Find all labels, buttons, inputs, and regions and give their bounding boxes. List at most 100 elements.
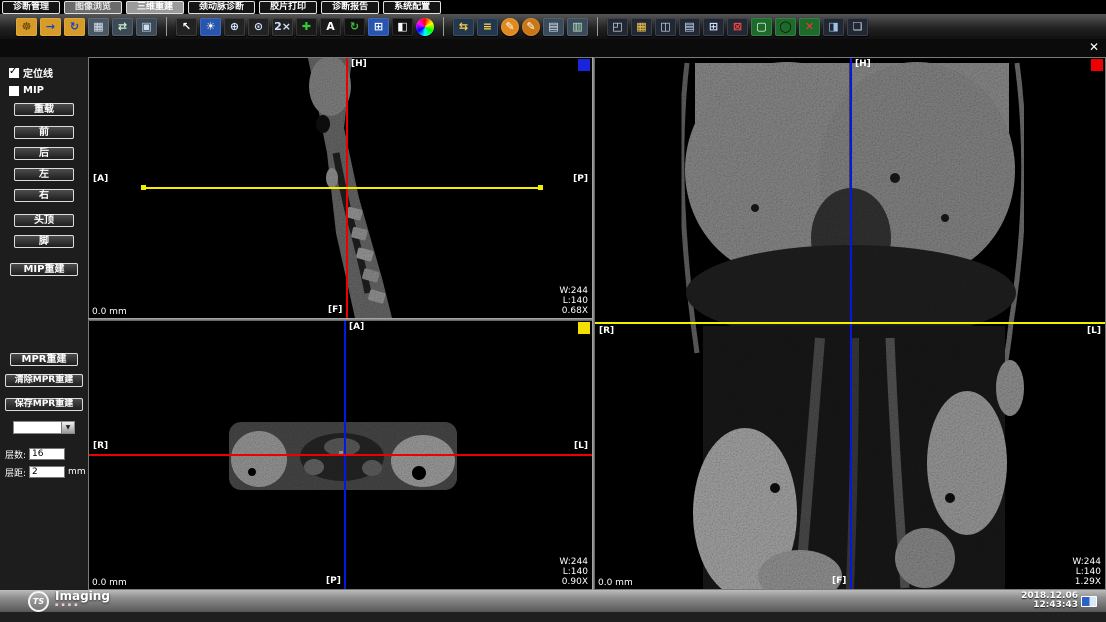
text-annotation-tool-icon[interactable]: A xyxy=(320,18,341,36)
foot-button[interactable]: 脚 xyxy=(14,235,74,248)
series-link-icon[interactable]: ⇆ xyxy=(453,18,474,36)
left-button[interactable]: 左 xyxy=(14,168,74,181)
layout-2x1-icon[interactable]: ▤ xyxy=(679,18,700,36)
menu-tab-diagnosis-report[interactable]: 诊断报告 xyxy=(321,1,379,14)
pointer-tool-icon[interactable]: ↖ xyxy=(176,18,197,36)
worklist-grid-icon[interactable]: ▦ xyxy=(88,18,109,36)
fit-to-window-tool-icon[interactable]: ⊞ xyxy=(368,18,389,36)
reload-button[interactable]: 重载 xyxy=(14,103,74,116)
measure-length-icon[interactable]: ✎ xyxy=(501,18,519,36)
dropdown-arrow-icon[interactable]: ▼ xyxy=(61,422,74,433)
mpr-viewport: [H] [A] [P] [F] 0.0 mm W:244 L:140 0.68X xyxy=(88,57,1106,590)
clock: 2018.12.06 12:43:43 xyxy=(1021,592,1078,610)
ruler-scale-text: 0.0 mm xyxy=(598,578,633,588)
split-window-glyph: ◨ xyxy=(828,21,838,32)
menu-tab-carotid-diagnosis[interactable]: 颈动脉诊断 xyxy=(188,1,255,14)
window-level-tool-icon[interactable]: ☀ xyxy=(200,18,221,36)
crosshair-horizontal-line[interactable] xyxy=(595,322,1105,324)
menu-tab-diagnosis-management[interactable]: 诊断管理 xyxy=(2,1,60,14)
volume-3d-cube-icon[interactable]: ▣ xyxy=(136,18,157,36)
app-logo: TS Imaging ▪▪▪▪ xyxy=(28,591,110,612)
open-study-import-icon[interactable]: → xyxy=(40,18,61,36)
layout-edit-icon[interactable]: ▦ xyxy=(631,18,652,36)
roi-clear-icon[interactable]: ✕ xyxy=(799,18,820,36)
layout-2x2-icon[interactable]: ⊞ xyxy=(703,18,724,36)
pseudo-color-tool-icon[interactable] xyxy=(416,18,434,36)
pane-color-marker xyxy=(578,322,590,334)
cascade-windows-icon[interactable]: ❏ xyxy=(847,18,868,36)
report-notes-glyph: ▤ xyxy=(548,21,558,32)
menu-tab-film-print[interactable]: 胶片打印 xyxy=(259,1,317,14)
rotate-refresh-tool-icon[interactable]: ↻ xyxy=(344,18,365,36)
zoom-free-tool-icon[interactable]: ⊙ xyxy=(248,18,269,36)
send-receive-monitor-icon[interactable]: ⇄ xyxy=(112,18,133,36)
head-top-button[interactable]: 头顶 xyxy=(14,214,74,227)
axial-view-pane[interactable]: [A] [R] [L] [P] 0.0 mm W:244 L:140 0.90X xyxy=(89,321,592,589)
orientation-label-top: [H] xyxy=(855,59,871,69)
orientation-label-bottom: [P] xyxy=(326,576,341,586)
input-method-icon[interactable] xyxy=(1081,596,1097,607)
orientation-label-bottom: [F] xyxy=(832,576,846,586)
open-study-sync-icon[interactable]: ↻ xyxy=(64,18,85,36)
coronal-view-pane[interactable]: [H] [R] [L] [F] 0.0 mm W:244 L:140 1.29X xyxy=(595,58,1105,589)
series-stack-icon[interactable]: ≡ xyxy=(477,18,498,36)
report-notes-icon[interactable]: ▤ xyxy=(543,18,564,36)
sagittal-view-pane[interactable]: [H] [A] [P] [F] 0.0 mm W:244 L:140 0.68X xyxy=(89,58,592,318)
layout-1x2-glyph: ◫ xyxy=(660,21,670,32)
zoom-factor: 0.68X xyxy=(559,306,588,316)
layout-monitor-icon[interactable]: ◰ xyxy=(607,18,628,36)
mpr-preset-select[interactable]: ▼ xyxy=(13,421,75,434)
orientation-label-right: [L] xyxy=(1087,326,1101,336)
mip-rebuild-button[interactable]: MIP重建 xyxy=(10,263,78,276)
roi-rectangle-icon[interactable]: ▢ xyxy=(751,18,772,36)
layer-count-label: 层数: xyxy=(5,448,26,461)
layer-spacing-label: 层距: xyxy=(5,466,26,479)
right-button[interactable]: 右 xyxy=(14,189,74,202)
worklist-grid-glyph: ▦ xyxy=(93,21,103,32)
menu-tab-3d-reconstruction[interactable]: 三维重建 xyxy=(126,1,184,14)
zoom-factor: 0.90X xyxy=(559,577,588,587)
open-study-sync-glyph: ↻ xyxy=(70,21,79,32)
layout-2x2-glyph: ⊞ xyxy=(709,21,718,32)
pan-tool-icon[interactable]: ✚ xyxy=(296,18,317,36)
layout-1x2-icon[interactable]: ◫ xyxy=(655,18,676,36)
menu-bar: 诊断管理图像浏览三维重建颈动脉诊断胶片打印诊断报告系统配置 xyxy=(0,0,1106,14)
save-image-icon[interactable]: ▥ xyxy=(567,18,588,36)
mpr-rebuild-button[interactable]: MPR重建 xyxy=(10,353,78,366)
volume-3d-cube-glyph: ▣ xyxy=(141,21,151,32)
layer-count-input[interactable] xyxy=(29,448,65,460)
roi-ellipse-icon[interactable]: ◯ xyxy=(775,18,796,36)
layout-clear-icon[interactable]: ⊠ xyxy=(727,18,748,36)
checkbox-row-mip: MIP xyxy=(9,85,88,96)
menu-tab-image-browse[interactable]: 图像浏览 xyxy=(64,1,122,14)
orientation-label-bottom: [F] xyxy=(328,305,342,315)
series-stack-glyph: ≡ xyxy=(483,21,492,32)
menu-tab-system-config[interactable]: 系统配置 xyxy=(383,1,441,14)
front-button[interactable]: 前 xyxy=(14,126,74,139)
orientation-label-left: [A] xyxy=(93,174,108,184)
window-level-tool-glyph: ☀ xyxy=(206,21,216,32)
mip-checkbox[interactable] xyxy=(9,86,19,96)
open-study-settings-icon[interactable]: ☸ xyxy=(16,18,37,36)
crosshair-horizontal-line[interactable] xyxy=(89,454,592,456)
window-value: W:244 xyxy=(559,557,588,567)
measure-angle-icon[interactable]: ✎ xyxy=(522,18,540,36)
layer-spacing-input[interactable] xyxy=(29,466,65,478)
pane-divider-horizontal[interactable] xyxy=(88,318,593,321)
zoom-in-tool-icon[interactable]: ⊕ xyxy=(224,18,245,36)
crosshair-horizontal-line[interactable] xyxy=(144,187,540,189)
locator-line-checkbox[interactable] xyxy=(9,68,19,78)
toolbar-separator xyxy=(597,17,598,36)
save-mpr-rebuild-button[interactable]: 保存MPR重建 xyxy=(5,398,83,411)
split-window-icon[interactable]: ◨ xyxy=(823,18,844,36)
sidebar-spacer xyxy=(0,284,88,353)
zoom-free-tool-glyph: ⊙ xyxy=(254,21,263,32)
close-icon[interactable]: ✕ xyxy=(1089,41,1099,53)
clear-mpr-rebuild-button[interactable]: 清除MPR重建 xyxy=(5,374,83,387)
zoom-2x-tool-icon[interactable]: 2× xyxy=(272,18,293,36)
invert-image-tool-icon[interactable]: ◧ xyxy=(392,18,413,36)
zoom-2x-tool-glyph: 2× xyxy=(274,21,291,32)
orientation-label-right: [P] xyxy=(573,174,588,184)
pane-color-marker xyxy=(1091,59,1103,71)
back-button[interactable]: 后 xyxy=(14,147,74,160)
